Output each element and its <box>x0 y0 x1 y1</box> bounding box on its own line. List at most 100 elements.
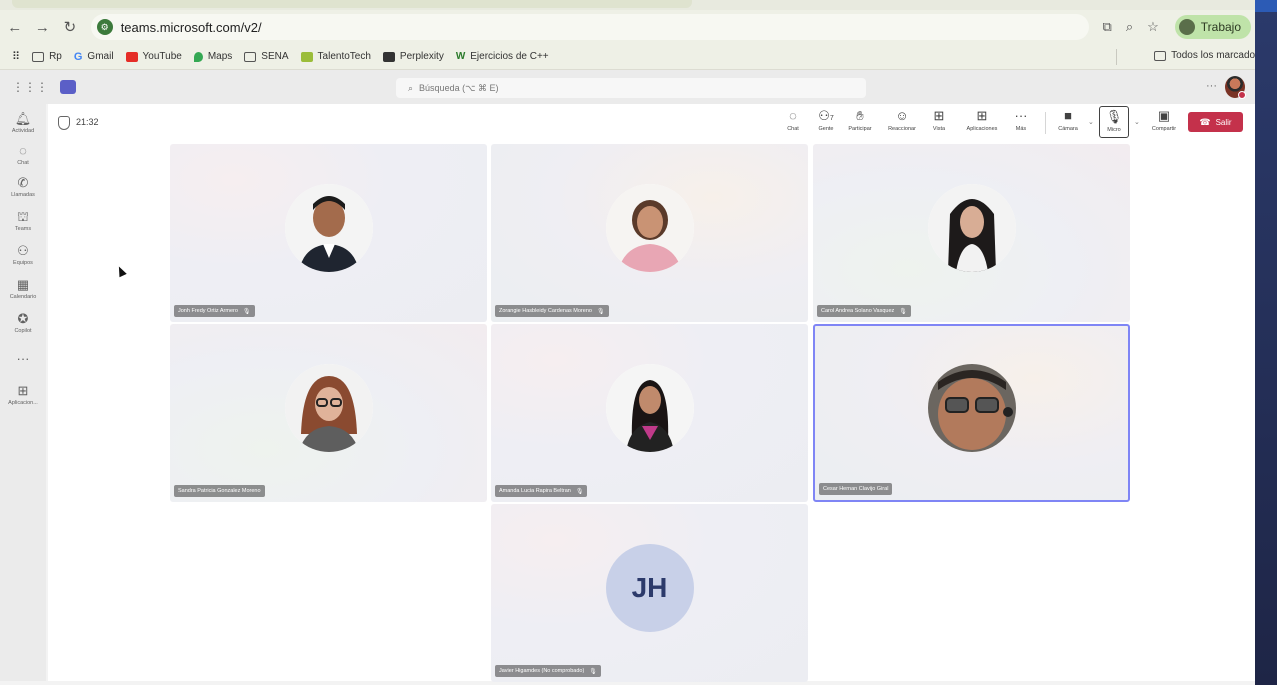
participant-tile-active-speaker[interactable]: Cesar Hernan Clavijo Giral <box>813 324 1130 502</box>
more-options-icon[interactable]: ··· <box>1206 80 1217 92</box>
bookmark-rp[interactable]: Rp <box>32 51 62 62</box>
bookmark-label: TalentoTech <box>317 51 371 62</box>
rail-label: Aplicacion... <box>8 400 38 406</box>
w-icon: W <box>455 51 466 62</box>
rail-item-groups[interactable]: ⚇ Equipos <box>0 244 46 267</box>
grid-view-icon: ⊞ <box>933 108 945 123</box>
rail-item-apps[interactable]: ⊞ Aplicacion... <box>0 384 46 407</box>
cast-icon[interactable]: ⧉ <box>1103 19 1112 35</box>
bookmark-talentotech[interactable]: TalentoTech <box>300 51 371 62</box>
mic-button[interactable]: 🎙︎ Micro <box>1099 106 1129 138</box>
rail-label: Copilot <box>14 328 32 334</box>
bookmark-label: Rp <box>49 51 62 62</box>
participant-name-plate: Javier Higamdes (No comprobado) 🎙︎ <box>495 665 601 677</box>
leave-button[interactable]: ☎︎ Salir <box>1188 112 1243 132</box>
zoom-icon[interactable]: ⌕ <box>1126 19 1133 35</box>
bookmarks-bar: ⠿ Rp G Gmail YouTube Maps SENA TalentoTec… <box>0 44 1277 70</box>
participant-tile[interactable]: Jonh Fredy Ortiz Armero 🎙︎ <box>170 144 487 322</box>
rail-label: Equipos <box>13 260 33 266</box>
participant-photo <box>605 364 694 452</box>
site-info-icon[interactable]: ⚙ <box>96 19 113 35</box>
rail-item-more[interactable]: ··· <box>0 352 46 366</box>
rail-label: Teams <box>14 226 32 232</box>
avatar <box>605 184 694 272</box>
mic-off-icon: 🎙︎ <box>899 308 907 315</box>
meeting-timer: 21:32 <box>76 117 99 127</box>
app-rail: 🔔︎ Actividad ◌ Chat ✆ Llamadas ⛫ Teams ⚇… <box>0 104 46 681</box>
participant-name: Javier Higamdes (No comprobado) <box>499 668 585 674</box>
mic-off-icon: 🎙︎ <box>1105 109 1123 124</box>
bookmark-youtube[interactable]: YouTube <box>125 51 182 62</box>
camera-button[interactable]: ■ Cámara <box>1046 108 1090 132</box>
bookmark-ejercicios[interactable]: W Ejercicios de C++ <box>456 51 549 62</box>
rail-item-calendar[interactable]: ▦ Calendario <box>0 277 46 301</box>
bookmark-label: Gmail <box>87 51 114 62</box>
search-input[interactable]: ⌕ Búsqueda (⌥ ⌘ E) <box>396 78 866 98</box>
participant-tile[interactable]: JH Javier Higamdes (No comprobado) 🎙︎ <box>491 504 808 682</box>
search-icon: ⌕ <box>408 82 414 93</box>
participant-photo <box>284 364 373 452</box>
apps-label: Aplicaciones <box>966 126 998 132</box>
participant-name-plate: Amanda Lucia Rapira Beltran 🎙︎ <box>495 485 588 497</box>
hang-up-icon: ☎︎ <box>1199 116 1211 127</box>
status-badge <box>1238 91 1246 99</box>
more-button[interactable]: ··· Más <box>999 108 1043 132</box>
shield-icon <box>58 116 70 130</box>
browser-tab[interactable] <box>12 0 692 8</box>
mic-off-icon: 🎙︎ <box>596 308 605 315</box>
copilot-icon: ✪ <box>17 311 29 326</box>
chevron-down-icon[interactable]: ⌄ <box>1134 118 1140 126</box>
participant-tile[interactable]: Sandra Patricia Gonzalez Moreno <box>170 324 487 502</box>
rail-item-chat[interactable]: ◌ Chat <box>0 144 46 167</box>
participant-tile[interactable]: Zorangie Hasbleidy Cardenas Moreno 🎙︎ <box>491 144 808 322</box>
leave-label: Salir <box>1215 117 1232 127</box>
participant-name-plate: Carol Andrea Solano Vasquez 🎙︎ <box>817 305 911 317</box>
mic-off-icon: 🎙︎ <box>242 308 251 315</box>
profile-button[interactable]: Trabajo <box>1174 15 1252 39</box>
address-bar[interactable]: ⚙ teams.microsoft.com/v2/ <box>90 14 1089 40</box>
maps-pin-icon <box>193 51 203 62</box>
participant-name-plate: Sandra Patricia Gonzalez Moreno <box>174 485 265 497</box>
participant-tile[interactable]: Carol Andrea Solano Vasquez 🎙︎ <box>813 144 1130 322</box>
rail-item-copilot[interactable]: ✪ Copilot <box>0 311 46 335</box>
rail-label: Actividad <box>11 128 35 134</box>
participant-name: Zorangie Hasbleidy Cardenas Moreno <box>499 308 592 314</box>
all-bookmarks-button[interactable]: Todos los marcadores <box>1154 50 1269 61</box>
profile-label: Trabajo <box>1200 20 1242 34</box>
youtube-icon <box>125 51 138 62</box>
view-button[interactable]: ⊞ Vista <box>917 108 961 132</box>
rail-label: Calendario <box>9 294 37 300</box>
back-icon[interactable]: ← <box>2 14 28 40</box>
participant-tile[interactable]: Amanda Lucia Rapira Beltran 🎙︎ <box>491 324 808 502</box>
more-label: Más <box>1015 126 1027 132</box>
bookmark-gmail[interactable]: G Gmail <box>74 51 114 63</box>
participant-photo <box>927 364 1016 452</box>
apps-grid-icon[interactable]: ⠿ <box>12 50 20 63</box>
bookmark-sena[interactable]: SENA <box>244 51 289 62</box>
bookmark-star-icon[interactable]: ☆ <box>1147 19 1159 35</box>
rail-item-activity[interactable]: 🔔︎ Actividad <box>0 112 46 135</box>
rail-item-calls[interactable]: ✆ Llamadas <box>0 176 46 199</box>
share-button[interactable]: ▣ Compartir <box>1142 108 1186 132</box>
meeting-stage: Jonh Fredy Ortiz Armero 🎙︎ Zorangie Hasbl… <box>48 142 1255 682</box>
bookmark-maps[interactable]: Maps <box>193 51 233 62</box>
participant-name-plate: Cesar Hernan Clavijo Giral <box>819 483 893 495</box>
reload-icon[interactable]: ↻ <box>57 14 83 40</box>
participant-name: Cesar Hernan Clavijo Giral <box>823 486 889 492</box>
forward-icon[interactable]: → <box>30 14 56 40</box>
url-text[interactable]: teams.microsoft.com/v2/ <box>121 20 262 35</box>
rail-item-teams[interactable]: ⛫ Teams <box>0 210 46 233</box>
app-launcher-icon[interactable]: ⋮⋮⋮ <box>12 80 48 94</box>
folder-icon <box>32 51 45 62</box>
avatar <box>284 184 373 272</box>
avatar-initials: JH <box>631 572 668 603</box>
folder-icon <box>244 51 257 62</box>
bookmark-perplexity[interactable]: Perplexity <box>382 51 444 62</box>
avatar: JH <box>605 544 694 632</box>
bookmark-label: Maps <box>207 51 233 62</box>
hand-icon: ✋︎ <box>856 108 864 123</box>
calendar-icon: ▦ <box>16 277 30 292</box>
chevron-down-icon[interactable]: ⌄ <box>1088 118 1094 126</box>
apps-button[interactable]: ⊞ Aplicaciones <box>960 108 1004 132</box>
raise-hand-button[interactable]: ✋︎ Participar <box>838 108 882 132</box>
